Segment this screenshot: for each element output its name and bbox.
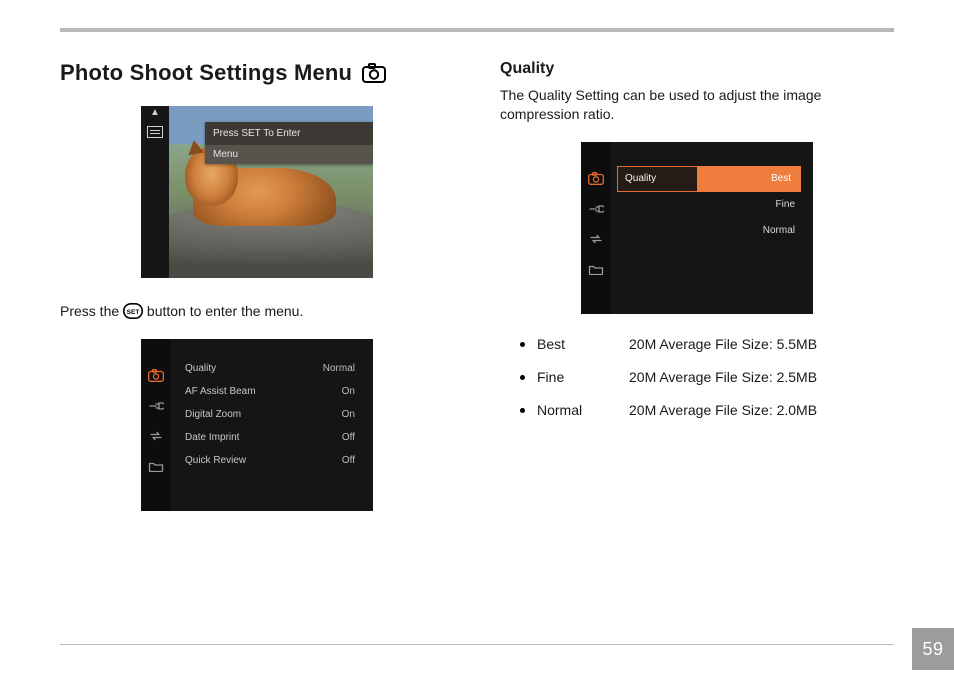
- bottom-rule: [60, 644, 894, 645]
- quality-menu-sidebar: [581, 142, 611, 314]
- quality-option-label: Quality: [611, 173, 703, 184]
- manual-page: Photo Shoot Settings Menu ▲: [0, 0, 954, 694]
- menu-row-label: Digital Zoom: [185, 409, 241, 420]
- quality-name: Fine: [537, 361, 617, 394]
- bullet-icon: [520, 408, 525, 413]
- top-rule: [60, 28, 894, 32]
- camera-preview-screenshot: ▲ Press SET To Enter Menu: [141, 106, 373, 278]
- plug-icon: [588, 202, 604, 216]
- set-button-icon: SET: [123, 303, 143, 319]
- press-text-after: button to enter the menu.: [147, 303, 303, 319]
- quality-option: Normal: [611, 218, 813, 244]
- quality-option-value: Normal: [703, 225, 813, 236]
- settings-menu-body: Quality Normal AF Assist Beam On Digital…: [171, 339, 373, 511]
- svg-text:SET: SET: [127, 309, 140, 316]
- section-heading: Photo Shoot Settings Menu: [60, 60, 454, 86]
- quality-size: 20M Average File Size: 2.0MB: [629, 394, 894, 427]
- loop-icon: [148, 429, 164, 443]
- page-number: 59: [922, 639, 943, 660]
- menu-row: AF Assist Beam On: [185, 386, 355, 397]
- menu-row-value: Normal: [323, 363, 355, 374]
- menu-row-label: Quick Review: [185, 455, 246, 466]
- list-icon: [147, 126, 163, 138]
- press-text-before: Press the: [60, 303, 123, 319]
- settings-menu-screenshot: Quality Normal AF Assist Beam On Digital…: [141, 339, 373, 511]
- hint-line-2: Menu: [205, 145, 373, 164]
- preview-photo: Press SET To Enter Menu: [169, 106, 373, 278]
- menu-row-label: AF Assist Beam: [185, 386, 256, 397]
- menu-row-label: Date Imprint: [185, 432, 239, 443]
- quality-filesize-list: Best 20M Average File Size: 5.5MB Fine 2…: [520, 328, 894, 427]
- chevron-up-icon: ▲: [150, 108, 160, 118]
- page-number-tab: 59: [912, 628, 954, 670]
- menu-row-value: On: [342, 386, 355, 397]
- hint-line-1: Press SET To Enter: [205, 122, 373, 145]
- camera-icon: [588, 172, 604, 186]
- quality-menu-screenshot: Quality Best Fine Normal: [581, 142, 813, 314]
- quality-size: 20M Average File Size: 5.5MB: [629, 328, 894, 361]
- menu-row: Quality Normal: [185, 363, 355, 374]
- menu-row: Date Imprint Off: [185, 432, 355, 443]
- loop-icon: [588, 232, 604, 246]
- quality-heading: Quality: [500, 60, 894, 78]
- section-heading-text: Photo Shoot Settings Menu: [60, 60, 352, 86]
- camera-icon: [362, 63, 386, 83]
- right-column: Quality The Quality Setting can be used …: [500, 60, 894, 426]
- quality-option: Fine: [611, 192, 813, 218]
- bullet-icon: [520, 342, 525, 347]
- camera-icon: [148, 369, 164, 383]
- quality-description: The Quality Setting can be used to adjus…: [500, 86, 894, 124]
- list-item: Best 20M Average File Size: 5.5MB: [520, 328, 894, 361]
- quality-menu-body: Quality Best Fine Normal: [611, 142, 813, 314]
- plug-icon: [148, 399, 164, 413]
- folder-icon: [588, 262, 604, 276]
- quality-name: Normal: [537, 394, 617, 427]
- list-item: Normal 20M Average File Size: 2.0MB: [520, 394, 894, 427]
- two-column-layout: Photo Shoot Settings Menu ▲: [60, 60, 894, 511]
- press-instruction: Press the SET button to enter the menu.: [60, 302, 454, 321]
- hint-tooltip: Press SET To Enter Menu: [205, 122, 373, 164]
- settings-menu-sidebar: [141, 339, 171, 511]
- left-column: Photo Shoot Settings Menu ▲: [60, 60, 454, 511]
- quality-size: 20M Average File Size: 2.5MB: [629, 361, 894, 394]
- quality-name: Best: [537, 328, 617, 361]
- menu-row-value: Off: [342, 432, 355, 443]
- quality-option-value: Best: [697, 166, 801, 192]
- menu-row-value: On: [342, 409, 355, 420]
- quality-option-selected: Quality Best: [611, 166, 813, 192]
- preview-sidebar: ▲: [141, 106, 169, 278]
- folder-icon: [148, 459, 164, 473]
- quality-option-value: Fine: [703, 199, 813, 210]
- menu-row-label: Quality: [185, 363, 216, 374]
- menu-row: Quick Review Off: [185, 455, 355, 466]
- menu-row: Digital Zoom On: [185, 409, 355, 420]
- menu-row-value: Off: [342, 455, 355, 466]
- list-item: Fine 20M Average File Size: 2.5MB: [520, 361, 894, 394]
- bullet-icon: [520, 375, 525, 380]
